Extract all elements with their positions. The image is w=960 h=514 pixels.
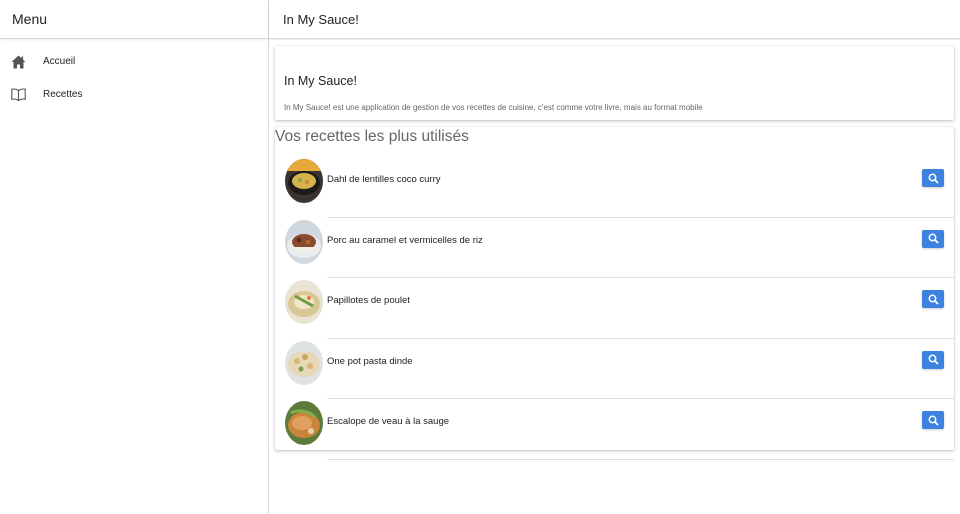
view-recipe-button[interactable] xyxy=(922,411,944,429)
search-icon xyxy=(928,294,939,305)
view-recipe-button[interactable] xyxy=(922,290,944,308)
recipe-thumbnail xyxy=(285,401,323,445)
recipe-name: Escalope de veau à la sauge xyxy=(327,416,450,427)
recipe-thumbnail xyxy=(285,280,323,324)
intro-title: In My Sauce! xyxy=(284,74,357,88)
list-item[interactable]: Porc au caramel et vermicelles de riz xyxy=(275,218,954,278)
view-recipe-button[interactable] xyxy=(922,350,944,369)
search-icon xyxy=(928,415,939,426)
recipe-name: One pot pasta dinde xyxy=(327,355,413,367)
recipe-thumbnail xyxy=(285,340,323,385)
list-item[interactable]: One pot pasta dinde xyxy=(275,339,954,399)
view-recipe-button[interactable] xyxy=(922,229,944,248)
intro-card: In My Sauce! In My Sauce! est une applic… xyxy=(275,46,954,120)
search-icon xyxy=(928,354,939,365)
sidebar-item-label: Recettes xyxy=(43,89,83,100)
view-recipe-button[interactable] xyxy=(922,169,944,187)
recipe-thumbnail xyxy=(285,159,323,203)
recipe-name: Papillotes de poulet xyxy=(327,295,410,306)
divider xyxy=(327,458,954,460)
sidebar-item-accueil[interactable]: Accueil xyxy=(0,45,268,78)
page-title: In My Sauce! xyxy=(283,11,359,27)
app: Menu Accueil Recettes In My Sauce! In My… xyxy=(0,0,960,514)
app-header: In My Sauce! xyxy=(269,0,960,39)
recipe-list: Dahl de lentilles coco curry Porc au car… xyxy=(275,157,954,460)
list-item[interactable]: Dahl de lentilles coco curry xyxy=(275,157,954,218)
main-content: In My Sauce! In My Sauce! est une applic… xyxy=(269,40,960,514)
recipes-card: Vos recettes les plus utilisés Dahl de l… xyxy=(275,127,954,460)
recipe-name: Dahl de lentilles coco curry xyxy=(327,174,441,185)
sidebar-item-recettes[interactable]: Recettes xyxy=(0,78,268,111)
list-item[interactable]: Escalope de veau à la sauge xyxy=(275,399,954,460)
search-icon xyxy=(928,233,939,244)
sidebar: Menu Accueil Recettes xyxy=(0,0,269,514)
search-icon xyxy=(928,173,939,184)
home-icon xyxy=(10,54,26,70)
recipes-title: Vos recettes les plus utilisés xyxy=(275,128,469,145)
intro-description: In My Sauce! est une application de gest… xyxy=(284,103,703,112)
book-icon xyxy=(10,87,26,103)
recipe-name: Porc au caramel et vermicelles de riz xyxy=(327,234,483,246)
sidebar-nav: Accueil Recettes xyxy=(0,39,268,111)
sidebar-item-label: Accueil xyxy=(43,56,76,67)
sidebar-title: Menu xyxy=(0,0,268,39)
list-item[interactable]: Papillotes de poulet xyxy=(275,278,954,339)
recipe-thumbnail xyxy=(285,219,323,264)
